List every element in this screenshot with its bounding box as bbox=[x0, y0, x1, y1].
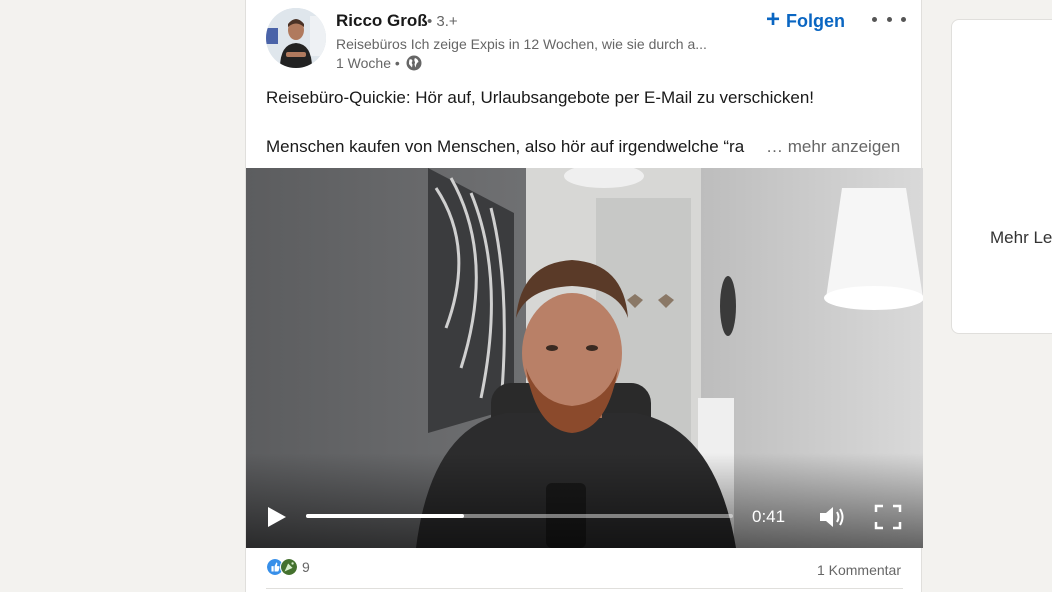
video-progress-fill bbox=[306, 514, 464, 518]
video-frame bbox=[246, 168, 923, 548]
celebrate-icon bbox=[280, 558, 298, 576]
video-time: 0:41 bbox=[752, 507, 786, 526]
post-text-line1: Reisebüro-Quickie: Hör auf, Urlaubsangeb… bbox=[266, 88, 815, 107]
post-time: 1 Woche • bbox=[336, 55, 400, 71]
author-avatar[interactable] bbox=[266, 8, 326, 68]
reactions-count: 9 bbox=[302, 559, 310, 575]
more-dot-icon bbox=[872, 16, 877, 22]
sidebar-card: Mehr Le bbox=[951, 19, 1052, 334]
volume-icon[interactable] bbox=[818, 504, 848, 530]
connection-degree: • 3.+ bbox=[427, 13, 458, 30]
sidebar-learn-more[interactable]: Mehr Le bbox=[990, 228, 1052, 248]
author-name[interactable]: Ricco Groß bbox=[336, 11, 428, 31]
play-icon[interactable] bbox=[266, 505, 288, 529]
plus-icon: + bbox=[766, 6, 781, 33]
more-dot-icon bbox=[901, 16, 906, 22]
divider bbox=[266, 588, 903, 589]
post-text-line2: Menschen kaufen von Menschen, also hör a… bbox=[266, 137, 745, 156]
comments-count[interactable]: 1 Kommentar bbox=[817, 562, 901, 578]
post-meta: 1 Woche • bbox=[336, 55, 422, 71]
follow-label: Folgen bbox=[786, 10, 846, 31]
more-options-button[interactable] bbox=[872, 8, 906, 30]
author-tagline: Reisebüros Ich zeige Expis in 12 Wochen,… bbox=[336, 36, 707, 52]
fullscreen-icon[interactable] bbox=[874, 504, 902, 530]
video-progress-bar[interactable] bbox=[306, 514, 733, 518]
video-player[interactable]: 0:41 bbox=[246, 168, 923, 548]
feed-post: Ricco Groß • 3.+ Reisebüros Ich zeige Ex… bbox=[245, 0, 923, 592]
globe-icon bbox=[406, 55, 422, 71]
see-more-link[interactable]: … mehr anzeigen bbox=[762, 137, 901, 157]
more-dot-icon bbox=[886, 16, 892, 22]
reactions-summary[interactable]: 9 bbox=[266, 558, 310, 576]
follow-button[interactable]: + Folgen bbox=[766, 6, 845, 36]
avatar-portrait-icon bbox=[266, 8, 326, 68]
